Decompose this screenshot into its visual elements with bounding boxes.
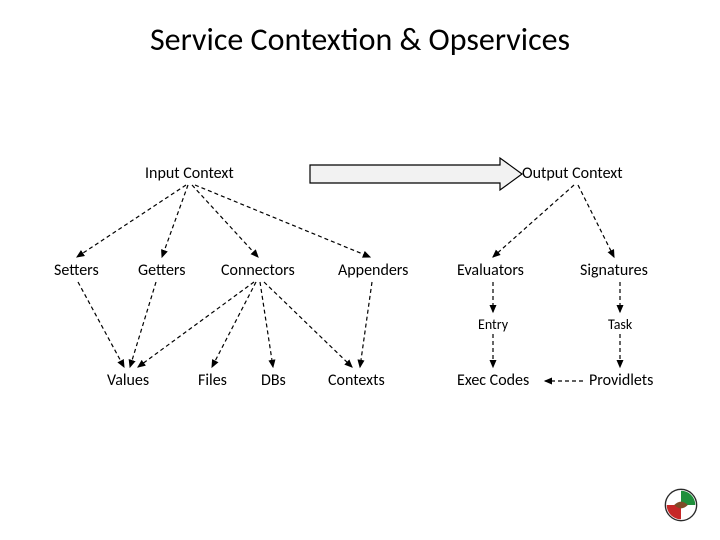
label-task: Task bbox=[608, 316, 632, 333]
label-setters: Setters bbox=[54, 261, 99, 280]
label-files: Files bbox=[198, 371, 227, 390]
label-dbs: DBs bbox=[261, 371, 286, 390]
label-entry: Entry bbox=[478, 316, 508, 333]
label-contexts: Contexts bbox=[328, 371, 385, 390]
label-output-context: Output Context bbox=[522, 164, 623, 183]
label-contextion: Contextion bbox=[387, 164, 458, 183]
page-title: Service Contextion & Opservices bbox=[0, 20, 720, 59]
label-input-context: Input Context bbox=[145, 164, 234, 183]
label-service: Service bbox=[316, 164, 363, 183]
label-evaluators: Evaluators bbox=[457, 261, 524, 280]
label-connectors: Connectors bbox=[221, 261, 295, 280]
label-appenders: Appenders bbox=[338, 261, 408, 280]
label-getters: Getters bbox=[138, 261, 185, 280]
label-exec-codes: Exec Codes bbox=[457, 371, 529, 390]
brand-logo-icon bbox=[664, 488, 698, 522]
label-providlets: Providlets bbox=[589, 371, 653, 390]
label-signatures: Signatures bbox=[580, 261, 648, 280]
label-values: Values bbox=[107, 371, 149, 390]
